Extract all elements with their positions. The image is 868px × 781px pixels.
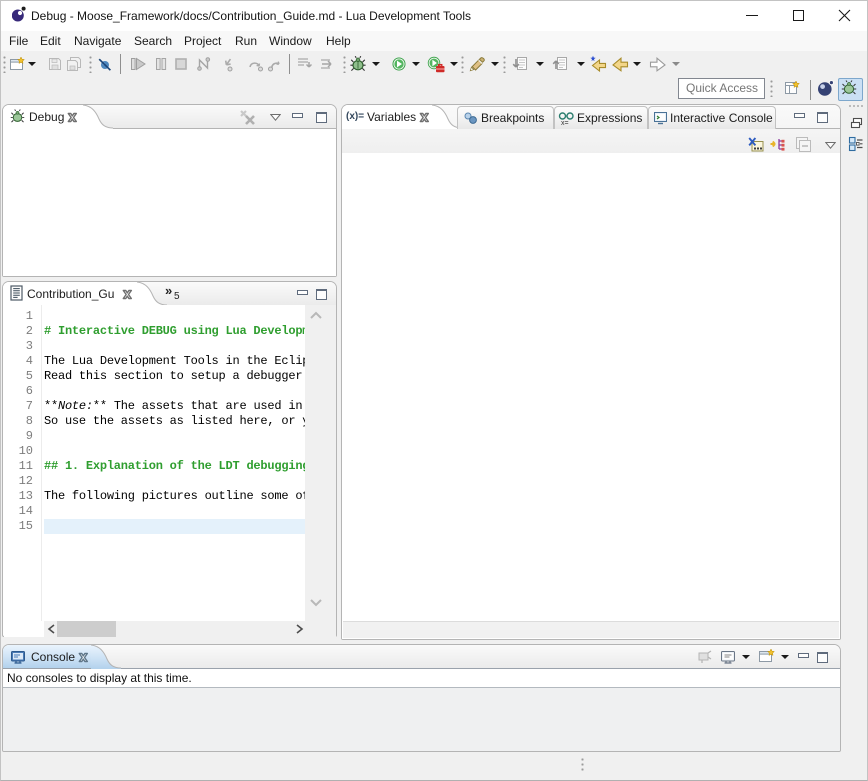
svg-text:x=: x= [561, 120, 569, 126]
